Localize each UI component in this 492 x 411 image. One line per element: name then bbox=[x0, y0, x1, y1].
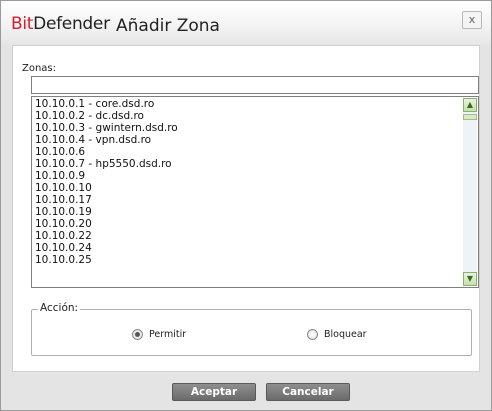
radio-permitir[interactable]: Permitir bbox=[132, 329, 186, 340]
chevron-down-icon: ▼ bbox=[466, 274, 474, 283]
scroll-thumb[interactable] bbox=[463, 114, 477, 120]
list-item[interactable]: 10.10.0.6 bbox=[35, 146, 178, 158]
list-item[interactable]: 10.10.0.22 bbox=[35, 230, 178, 242]
list-item[interactable]: 10.10.0.3 - gwintern.dsd.ro bbox=[35, 122, 178, 134]
zones-list-items: 10.10.0.1 - core.dsd.ro 10.10.0.2 - dc.ds… bbox=[35, 98, 178, 266]
list-item[interactable]: 10.10.0.25 bbox=[35, 254, 178, 266]
list-item[interactable]: 10.10.0.9 bbox=[35, 170, 178, 182]
list-item[interactable]: 10.10.0.20 bbox=[35, 218, 178, 230]
scroll-up-button[interactable]: ▲ bbox=[463, 98, 477, 112]
list-item[interactable]: 10.10.0.17 bbox=[35, 194, 178, 206]
list-item[interactable]: 10.10.0.19 bbox=[35, 206, 178, 218]
logo-defender: Defender bbox=[33, 14, 110, 34]
zone-input[interactable] bbox=[31, 76, 479, 94]
list-item[interactable]: 10.10.0.24 bbox=[35, 242, 178, 254]
zones-label: Zonas: bbox=[22, 63, 57, 74]
zones-list[interactable]: 10.10.0.1 - core.dsd.ro 10.10.0.2 - dc.ds… bbox=[31, 96, 479, 288]
action-group: Acción: Permitir Bloquear bbox=[31, 302, 472, 356]
radio-bloquear[interactable]: Bloquear bbox=[307, 329, 367, 340]
list-item[interactable]: 10.10.0.1 - core.dsd.ro bbox=[35, 98, 178, 110]
logo-bit: Bit bbox=[11, 14, 34, 34]
zones-scrollbar[interactable]: ▲ ▼ bbox=[463, 98, 477, 286]
action-legend: Acción: bbox=[38, 302, 81, 314]
bitdefender-logo: BitDefender bbox=[11, 14, 110, 34]
list-item[interactable]: 10.10.0.10 bbox=[35, 182, 178, 194]
radio-label-permitir: Permitir bbox=[149, 329, 187, 340]
scroll-down-button[interactable]: ▼ bbox=[463, 272, 477, 286]
list-item[interactable]: 10.10.0.4 - vpn.dsd.ro bbox=[35, 134, 178, 146]
dialog-title: Añadir Zona bbox=[116, 16, 220, 36]
chevron-up-icon: ▲ bbox=[466, 100, 474, 109]
accept-button[interactable]: Aceptar bbox=[172, 383, 256, 401]
close-icon: x bbox=[468, 13, 476, 26]
radio-label-bloquear: Bloquear bbox=[324, 329, 367, 340]
radio-button-permitir[interactable] bbox=[132, 329, 143, 340]
radio-button-bloquear[interactable] bbox=[307, 329, 318, 340]
list-item[interactable]: 10.10.0.7 - hp5550.dsd.ro bbox=[35, 158, 178, 170]
list-item[interactable]: 10.10.0.2 - dc.dsd.ro bbox=[35, 110, 178, 122]
title-bar: BitDefender Añadir Zona x bbox=[1, 1, 491, 45]
close-button[interactable]: x bbox=[462, 11, 482, 29]
cancel-button[interactable]: Cancelar bbox=[266, 383, 350, 401]
